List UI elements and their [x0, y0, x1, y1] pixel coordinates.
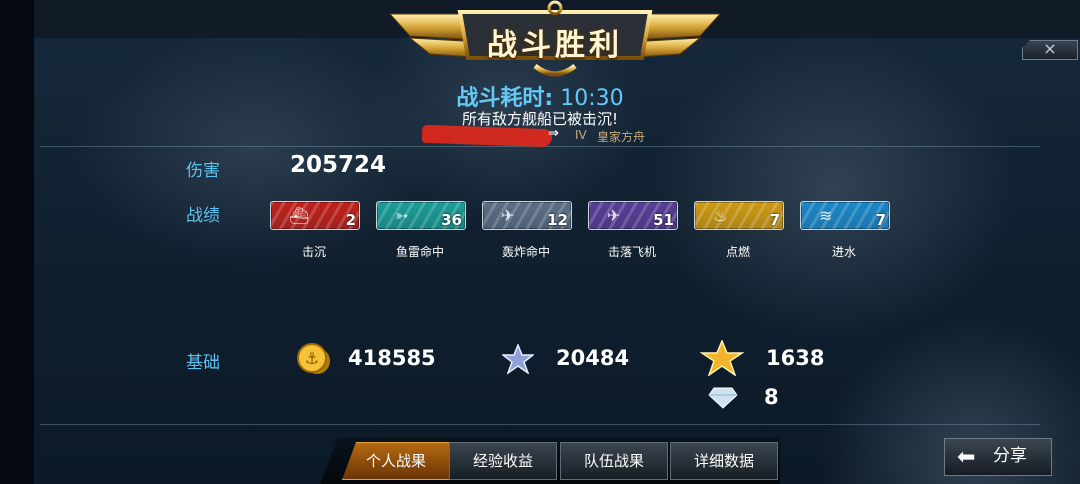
victory-emblem: 战斗胜利 [390, 0, 720, 82]
bomber-plane-icon: ✈ [501, 206, 515, 225]
badge-flood[interactable]: ≋ 7 [800, 201, 890, 230]
tab-detailed-data[interactable]: 详细数据 [670, 442, 778, 480]
arrow-right-icon: ⇒ [548, 126, 559, 141]
xp-star-icon [502, 344, 534, 374]
badge-count: 51 [653, 211, 674, 229]
divider-bottom [40, 424, 1040, 425]
badge-label-torpedo: 鱼雷命中 [395, 245, 444, 259]
tab-team-results[interactable]: 队伍战果 [560, 442, 668, 480]
badge-plane-down[interactable]: ✈ 51 [588, 201, 678, 230]
tab-experience-gains[interactable]: 经验收益 [449, 442, 557, 480]
sinking-ship-icon: ⛴ [289, 206, 310, 225]
badge-label-fire: 点燃 [725, 245, 750, 259]
credits-value: 418585 [348, 346, 436, 370]
badge-fire[interactable]: ♨ 7 [694, 201, 784, 230]
close-icon[interactable]: × [1043, 40, 1056, 58]
badge-label-plane-down: 击落飞机 [607, 245, 656, 259]
share-button[interactable]: ⬅ 分享 [944, 438, 1052, 476]
badge-count: 7 [769, 211, 780, 229]
badge-label-flood: 进水 [831, 245, 856, 259]
svg-text:⚓: ⚓ [305, 349, 319, 368]
share-label: 分享 [993, 446, 1027, 466]
experience-value: 20484 [556, 346, 630, 370]
victory-title: 战斗胜利 [487, 28, 623, 63]
share-arrow-icon: ⬅ [957, 445, 976, 470]
badge-label-sink: 击沉 [301, 245, 326, 259]
flooding-icon: ≋ [819, 206, 833, 225]
achievements-label: 战绩 [186, 206, 220, 226]
diamond-icon [708, 387, 738, 409]
badge-label-bomb: 轰炸命中 [501, 245, 550, 259]
badge-sink[interactable]: ⛴ 2 [270, 201, 360, 230]
tab-personal-results[interactable]: 个人战果 [342, 442, 450, 480]
badge-torpedo[interactable]: ➳ 36 [376, 201, 466, 230]
ship-name: 皇家方舟 [597, 130, 646, 144]
captain-star-icon [700, 340, 744, 376]
badge-count: 12 [547, 211, 568, 229]
close-button[interactable]: × [1022, 40, 1078, 60]
damage-label: 伤害 [186, 161, 220, 181]
badge-count: 36 [441, 211, 462, 229]
damage-value: 205724 [290, 152, 387, 178]
result-message: 所有敌方舰船已被击沉! [461, 110, 618, 128]
badge-count: 2 [345, 211, 356, 229]
plane-shot-down-icon: ✈ [607, 206, 621, 225]
torpedo-icon: ➳ [395, 206, 409, 225]
ship-tier: IV [575, 128, 587, 142]
badge-bomb[interactable]: ✈ 12 [482, 201, 572, 230]
base-label: 基础 [186, 353, 220, 373]
fire-icon: ♨ [713, 206, 728, 225]
diamond-value: 8 [764, 385, 779, 409]
captain-xp-value: 1638 [766, 346, 825, 370]
badge-count: 7 [875, 211, 886, 229]
coin-icon: ⚓ [297, 343, 330, 374]
left-edge [0, 0, 34, 484]
